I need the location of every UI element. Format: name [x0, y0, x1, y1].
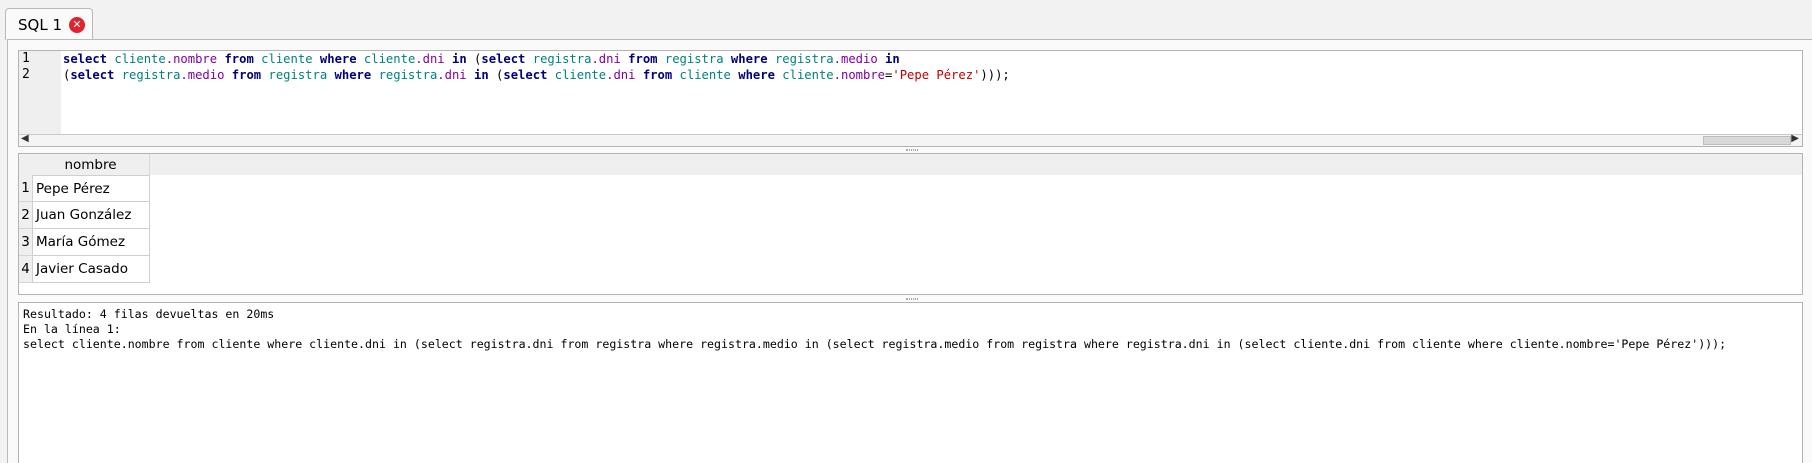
grid-header	[19, 154, 1802, 175]
line-number: 1	[22, 51, 30, 66]
tab-bar: SQL 1 ✕	[0, 0, 1812, 40]
tab-label: SQL 1	[18, 15, 62, 34]
row-number[interactable]: 4	[19, 256, 32, 283]
sql-editor[interactable]: 1 2 select cliente.nombre from cliente w…	[18, 50, 1803, 147]
table-cell[interactable]: María Gómez	[32, 229, 150, 256]
code-line-1: select cliente.nombre from cliente where…	[63, 52, 900, 66]
row-number[interactable]: 1	[19, 175, 32, 202]
table-cell[interactable]: Javier Casado	[32, 256, 150, 283]
row-number[interactable]: 2	[19, 202, 32, 229]
table-cell[interactable]: Pepe Pérez	[32, 175, 150, 202]
table-cell[interactable]: Juan González	[32, 202, 150, 229]
results-grid: nombre 1 Pepe Pérez 2 Juan González 3 Ma…	[18, 153, 1803, 295]
splitter-handle[interactable]	[906, 149, 918, 151]
line-number: 2	[22, 67, 30, 82]
table-row[interactable]: 2 Juan González	[19, 202, 151, 229]
tab-sql-1[interactable]: SQL 1 ✕	[5, 8, 93, 40]
log-result-line: Resultado: 4 filas devueltas en 20ms	[23, 307, 275, 321]
message-log[interactable]: Resultado: 4 filas devueltas en 20ms En …	[18, 302, 1803, 463]
close-icon[interactable]: ✕	[69, 17, 85, 33]
line-number-gutter: 1 2	[19, 51, 61, 135]
horizontal-scrollbar[interactable]: ◀ ▶	[19, 133, 1802, 146]
log-query-line: select cliente.nombre from cliente where…	[23, 337, 1727, 351]
splitter-handle[interactable]	[906, 298, 918, 300]
scrollbar-thumb[interactable]	[1703, 136, 1791, 145]
table-row[interactable]: 1 Pepe Pérez	[19, 175, 151, 202]
row-number[interactable]: 3	[19, 229, 32, 256]
scroll-left-arrow-icon[interactable]: ◀	[21, 133, 29, 144]
scroll-right-arrow-icon[interactable]: ▶	[1791, 133, 1799, 144]
code-line-2: (select registra.medio from registra whe…	[63, 68, 1010, 82]
log-location-line: En la línea 1:	[23, 322, 121, 336]
table-row[interactable]: 3 María Gómez	[19, 229, 151, 256]
column-header-nombre[interactable]: nombre	[32, 154, 150, 175]
table-row[interactable]: 4 Javier Casado	[19, 256, 151, 283]
